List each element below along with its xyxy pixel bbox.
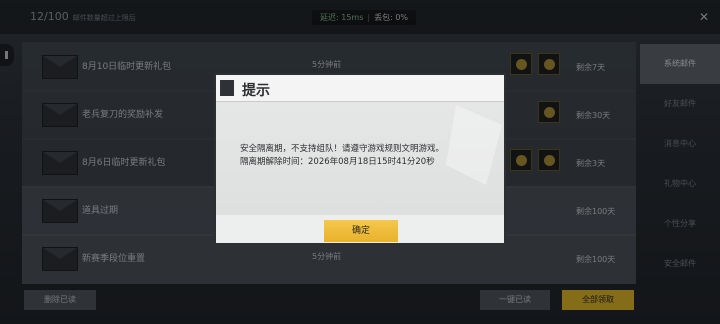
dialog-message-line2: 隔离期解除时间：2026年08月18日15时41分20秒 bbox=[240, 157, 435, 167]
dialog-title: 提示 bbox=[242, 83, 270, 99]
dialog-message-line1: 安全隔离期，不支持组队！请遵守游戏规则文明游戏。 bbox=[240, 144, 445, 154]
dialog-message: 安全隔离期，不支持组队！请遵守游戏规则文明游戏。 隔离期解除时间：2026年08… bbox=[240, 143, 490, 169]
confirm-button[interactable]: 确定 bbox=[324, 220, 398, 242]
dialog-header: 提示 bbox=[216, 75, 504, 102]
notice-dialog: 提示 安全隔离期，不支持组队！请遵守游戏规则文明游戏。 隔离期解除时间：2026… bbox=[214, 73, 506, 245]
title-mark-icon bbox=[220, 80, 234, 96]
